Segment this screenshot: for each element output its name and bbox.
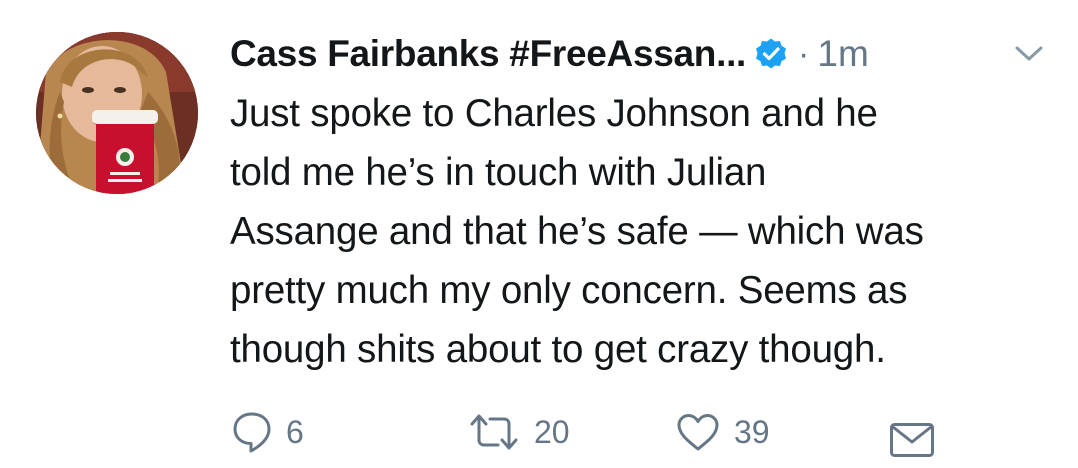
tweet-text-line: Just spoke to Charles Johnson and he <box>230 92 878 135</box>
avatar-photo <box>36 32 198 194</box>
tweet-header: Cass Fairbanks #FreeAssan... · 1m <box>230 26 1060 82</box>
heart-icon <box>676 412 720 452</box>
avatar[interactable] <box>36 32 198 194</box>
separator-dot: · <box>798 34 810 73</box>
reply-button[interactable]: 6 <box>232 404 304 460</box>
tweet-text-line: though shits about to get crazy though. <box>230 328 886 371</box>
display-name[interactable]: Cass Fairbanks #FreeAssan... <box>230 33 746 75</box>
tweet-text: Just spoke to Charles Johnson and he tol… <box>230 84 1060 379</box>
reply-bubble-icon <box>232 410 272 454</box>
reply-count: 6 <box>286 413 304 450</box>
tweet-card: Cass Fairbanks #FreeAssan... · 1m Just s… <box>0 0 1078 457</box>
tweet-text-line: Assange and that he’s safe — which was <box>230 210 924 253</box>
chevron-down-icon[interactable] <box>1014 44 1044 64</box>
tweet-actions: 6 20 39 <box>0 400 1078 460</box>
retweet-button[interactable]: 20 <box>468 404 570 460</box>
like-button[interactable]: 39 <box>676 404 770 460</box>
timestamp[interactable]: 1m <box>817 33 868 75</box>
retweet-count: 20 <box>534 413 570 450</box>
envelope-icon <box>889 422 935 458</box>
like-count: 39 <box>734 413 770 450</box>
tweet-text-line: pretty much my only concern. Seems as <box>230 269 908 312</box>
verified-badge-icon <box>754 37 788 71</box>
tweet-text-line: told me he’s in touch with Julian <box>230 151 767 194</box>
direct-message-button[interactable] <box>889 412 935 468</box>
retweet-icon <box>468 412 520 452</box>
